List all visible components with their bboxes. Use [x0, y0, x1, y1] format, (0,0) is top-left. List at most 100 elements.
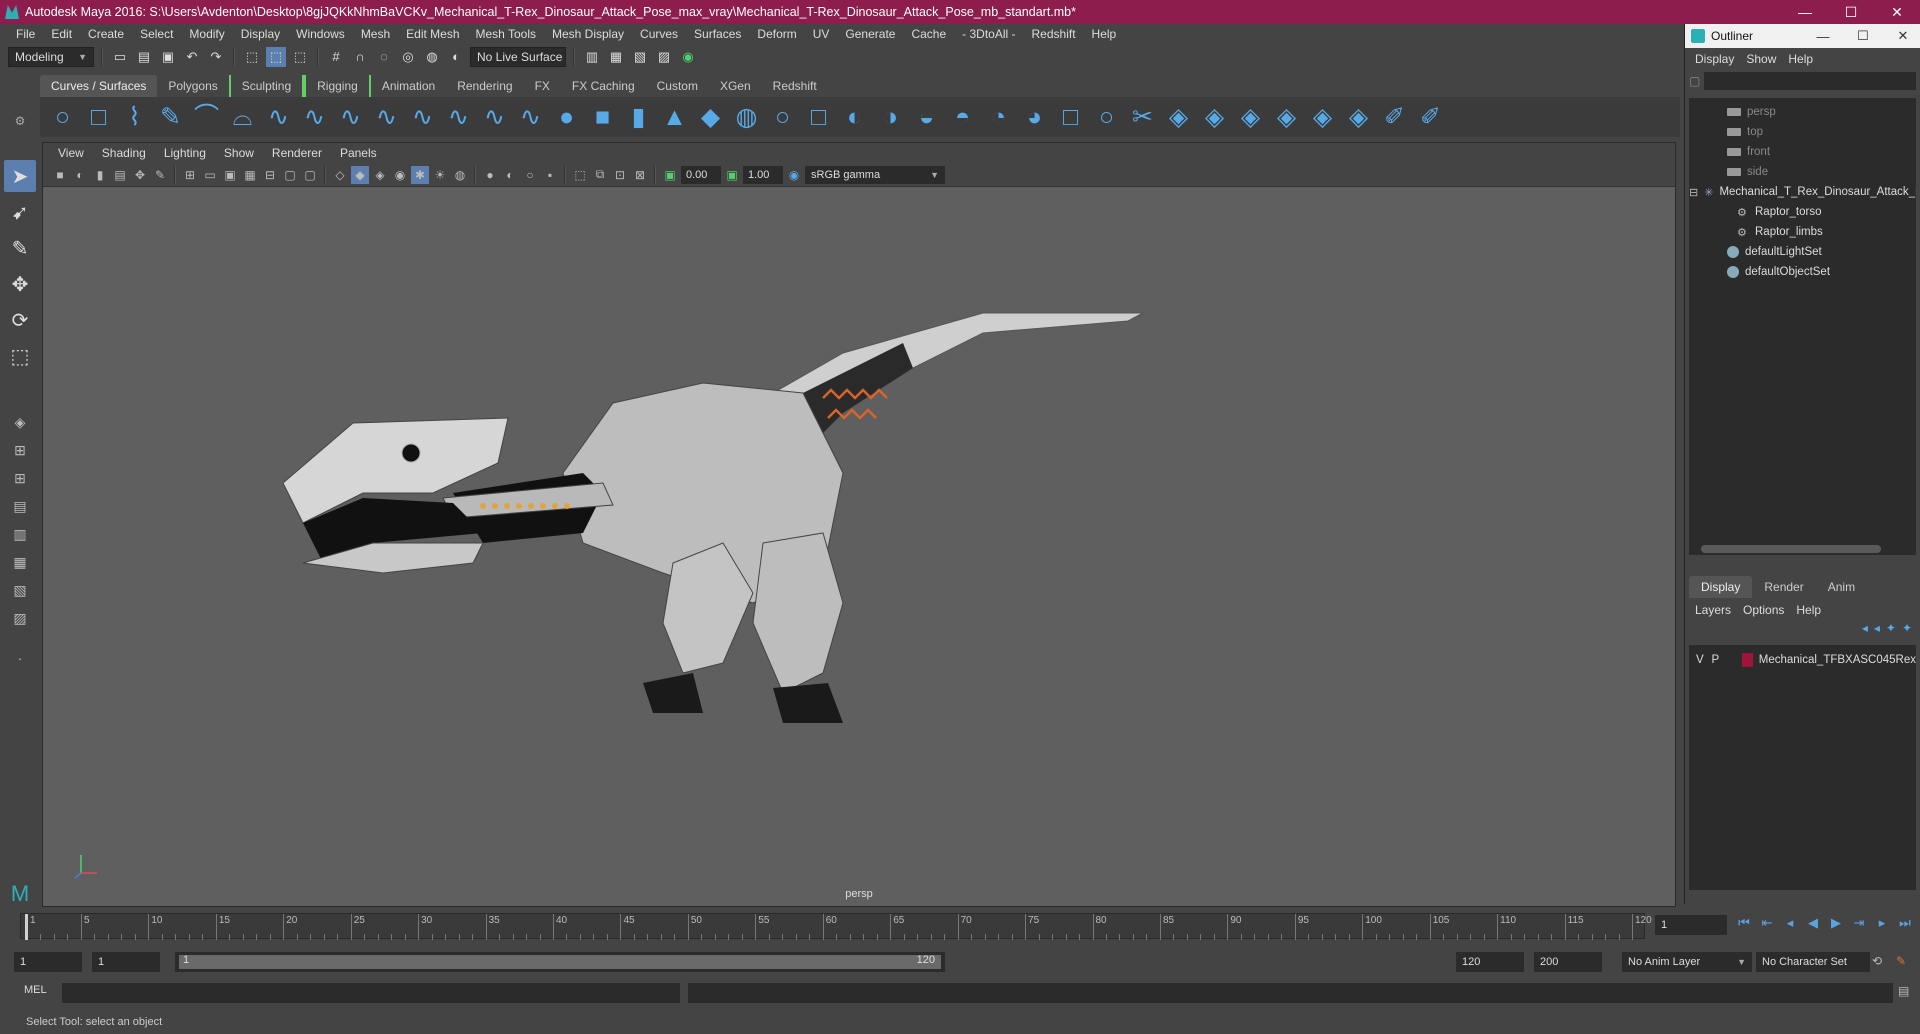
circle-icon[interactable]: ○ — [1090, 101, 1123, 134]
field-chart-icon[interactable]: ⊟ — [261, 166, 279, 184]
boundary-icon[interactable]: ◕ — [1018, 101, 1051, 134]
exposure-field[interactable]: 0.00 — [681, 165, 721, 184]
step-forward-key-icon[interactable]: ⇥ — [1849, 915, 1869, 931]
ambient-occlusion-icon[interactable]: ◍ — [451, 166, 469, 184]
viewport-menu-renderer[interactable]: Renderer — [263, 146, 331, 160]
gamma-field[interactable]: 1.00 — [743, 165, 783, 184]
four-view-layout-icon[interactable]: ⊞ — [4, 438, 36, 462]
step-back-icon[interactable]: ◂ — [1780, 915, 1800, 931]
menu-mesh[interactable]: Mesh — [353, 27, 398, 41]
new-layer-icon[interactable]: ✦ — [1886, 621, 1896, 643]
shelf-settings-icon[interactable]: ⚙ — [15, 114, 26, 128]
gamma-icon[interactable]: ▣ — [723, 166, 741, 184]
ipr-render-icon[interactable]: ▧ — [630, 47, 650, 67]
square-icon[interactable]: □ — [802, 101, 835, 134]
menu-windows[interactable]: Windows — [288, 27, 353, 41]
menu-modify[interactable]: Modify — [181, 27, 232, 41]
outliner-layout-icon[interactable]: ▤ — [4, 494, 36, 518]
planar-icon[interactable]: ◒ — [910, 101, 943, 134]
layer-row[interactable]: V P Mechanical_TFBXASC045Rex — [1689, 649, 1916, 671]
menu-cache[interactable]: Cache — [903, 27, 954, 41]
range-slider-bar-fill[interactable] — [179, 955, 941, 969]
move-layer-down-icon[interactable]: ◂ — [1874, 621, 1880, 643]
viewport-menu-lighting[interactable]: Lighting — [155, 146, 215, 160]
shelf-tab-rigging[interactable]: Rigging — [304, 75, 371, 97]
menu-file[interactable]: File — [8, 27, 43, 41]
brush-icon[interactable]: ✐ — [1378, 101, 1411, 134]
exposure-icon[interactable]: ▣ — [661, 166, 679, 184]
sphere-icon[interactable]: ● — [550, 101, 583, 134]
snap-view-icon[interactable]: ◎ — [398, 47, 418, 67]
outliner-maximize-button[interactable]: ☐ — [1846, 28, 1880, 44]
move-tool-icon[interactable]: ✥ — [4, 268, 36, 300]
new-layer-selected-icon[interactable]: ✦ — [1902, 621, 1912, 643]
shelf-tab-custom[interactable]: Custom — [646, 75, 709, 97]
square-icon[interactable]: □ — [1054, 101, 1087, 134]
trim-icon[interactable]: ✂ — [1126, 101, 1159, 134]
square-icon[interactable]: □ — [82, 101, 115, 134]
outliner-item[interactable]: ⚙ Raptor_torso — [1689, 202, 1916, 222]
menu-generate[interactable]: Generate — [837, 27, 903, 41]
perspective-viewport[interactable]: View Shading Lighting Show Renderer Panels ■ … — [42, 142, 1676, 907]
go-start-icon[interactable]: ⏮ — [1734, 915, 1754, 931]
depth-of-field-icon[interactable]: ○ — [521, 166, 539, 184]
brush-icon[interactable]: ✐ — [1414, 101, 1447, 134]
scrollbar-thumb[interactable] — [1701, 545, 1881, 553]
outliner-minimize-button[interactable]: — — [1806, 29, 1840, 44]
shadows-icon[interactable]: ☀ — [431, 166, 449, 184]
tab-render[interactable]: Render — [1752, 576, 1815, 598]
layer-playback-toggle[interactable]: P — [1711, 654, 1721, 666]
outliner-item[interactable]: ⚙ Raptor_limbs — [1689, 222, 1916, 242]
play-back-icon[interactable]: ◀ — [1803, 915, 1823, 931]
loft-icon[interactable]: ◑ — [874, 101, 907, 134]
cube-icon[interactable]: ■ — [586, 101, 619, 134]
multisample-aa-icon[interactable]: ◐ — [501, 166, 519, 184]
grid-icon[interactable]: ⊞ — [181, 166, 199, 184]
new-scene-icon[interactable]: ▭ — [110, 47, 130, 67]
outliner-search-input[interactable] — [1704, 72, 1916, 90]
render-view-icon[interactable]: ▥ — [582, 47, 602, 67]
bezier-icon[interactable]: ∿ — [262, 101, 295, 134]
isolate-select-icon[interactable]: ▪ — [541, 166, 559, 184]
outliner-item[interactable]: persp — [1689, 102, 1916, 122]
shelf-tab-animation[interactable]: Animation — [371, 75, 446, 97]
backface-culling-icon[interactable]: ⊠ — [631, 166, 649, 184]
safe-action-icon[interactable]: ▢ — [281, 166, 299, 184]
select-tool-icon[interactable]: ➤ — [4, 160, 36, 192]
render-settings-icon[interactable]: ▨ — [654, 47, 674, 67]
playback-end-field[interactable]: 120 — [1456, 952, 1524, 972]
maximize-button[interactable]: ☐ — [1828, 0, 1874, 24]
surface-icon[interactable]: ◈ — [1270, 101, 1303, 134]
outliner-item[interactable]: side — [1689, 162, 1916, 182]
custom-layout-icon[interactable]: ▨ — [4, 606, 36, 630]
shelf-tab-sculpting[interactable]: Sculpting — [228, 75, 305, 97]
grease-pencil-icon[interactable]: ✎ — [151, 166, 169, 184]
move-layer-up-icon[interactable]: ◂ — [1862, 621, 1868, 643]
playback-start-field[interactable]: 1 — [92, 952, 160, 972]
color-management-icon[interactable]: ◉ — [785, 166, 803, 184]
shelf-tab-fx[interactable]: FX — [524, 75, 561, 97]
wireframe-on-shaded-icon[interactable]: ◈ — [371, 166, 389, 184]
persp-outliner-layout-icon[interactable]: ▦ — [4, 550, 36, 574]
outliner-horizontal-scrollbar[interactable] — [1689, 543, 1916, 555]
xray-active-icon[interactable]: ⊡ — [611, 166, 629, 184]
outliner-menu-show[interactable]: Show — [1740, 52, 1782, 66]
motion-blur-icon[interactable]: ● — [481, 166, 499, 184]
curve-icon[interactable]: ∿ — [442, 101, 475, 134]
safe-title-icon[interactable]: ▢ — [301, 166, 319, 184]
surface-icon[interactable]: ◈ — [1162, 101, 1195, 134]
outliner-item[interactable]: front — [1689, 142, 1916, 162]
snap-curve-icon[interactable]: ∩ — [350, 47, 370, 67]
auto-key-icon[interactable]: ⟲ — [1872, 954, 1882, 968]
step-back-key-icon[interactable]: ⇤ — [1757, 915, 1777, 931]
tab-anim[interactable]: Anim — [1816, 576, 1867, 598]
surface-icon[interactable]: ◈ — [1198, 101, 1231, 134]
cone-icon[interactable]: ▲ — [658, 101, 691, 134]
lasso-tool-icon[interactable]: ➹ — [4, 196, 36, 228]
snap-point-icon[interactable]: ◌ — [374, 47, 394, 67]
menu-curves[interactable]: Curves — [632, 27, 686, 41]
live-surface-field[interactable]: No Live Surface — [470, 46, 566, 67]
anim-layer-dropdown[interactable]: No Anim Layer ▼ — [1622, 952, 1752, 972]
filter-icon[interactable]: ▢ — [1689, 74, 1700, 88]
select-object-icon[interactable]: ⬚ — [266, 46, 286, 67]
